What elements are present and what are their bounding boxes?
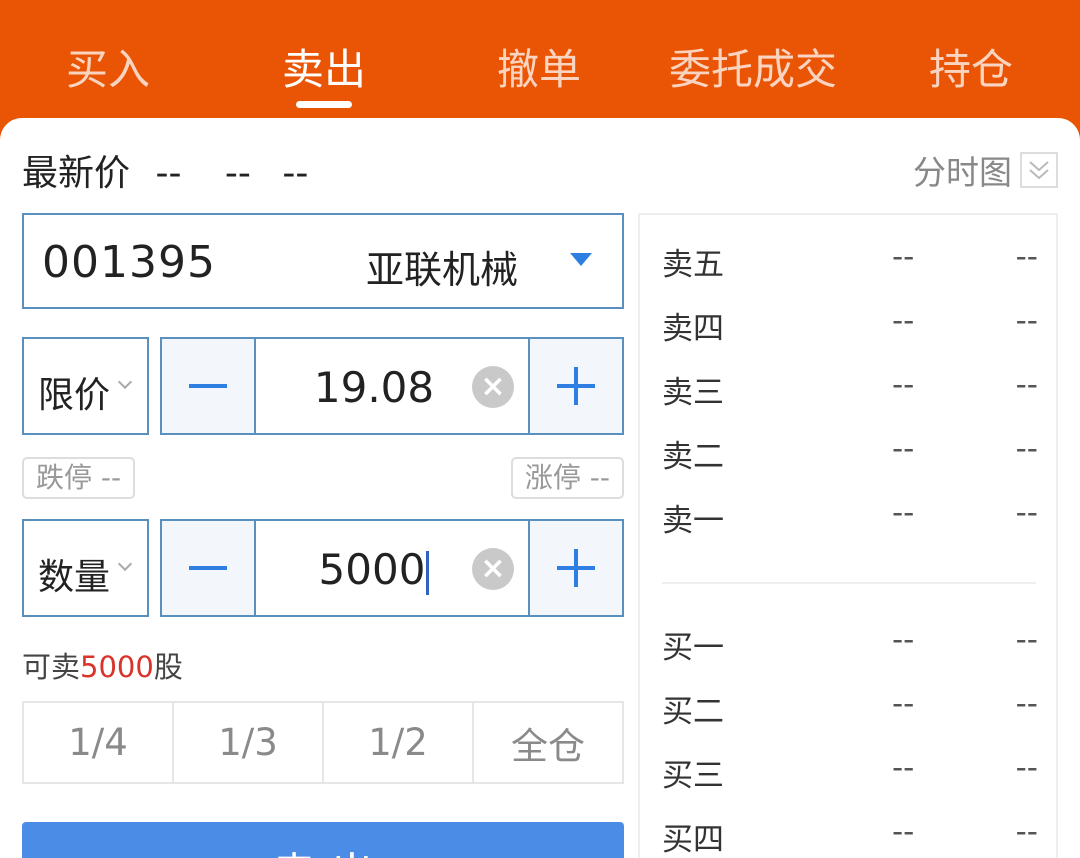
bid-price: -- (892, 622, 915, 658)
latest-price-value: -- (155, 153, 182, 194)
ask-volume: -- (1015, 431, 1038, 467)
stock-selector[interactable]: 001395 亚联机械 (22, 213, 624, 309)
bid-price: -- (892, 814, 915, 850)
top-tab-bar: 买入 卖出 撤单 委托成交 持仓 (0, 0, 1080, 118)
bid-volume: -- (1015, 750, 1038, 786)
available-amount: 5000 (80, 650, 154, 684)
quantity-decrement-button[interactable] (162, 521, 256, 615)
ask-level-label: 卖五 (662, 247, 724, 283)
tab-cancel-order[interactable]: 撤单 (497, 36, 581, 97)
ask-row: 卖一 -- -- (662, 495, 1038, 539)
limit-down-badge: 跌停 -- (22, 457, 136, 499)
intraday-chart-label: 分时图 (913, 153, 1012, 192)
ask-price: -- (892, 239, 915, 275)
ratio-quarter-button[interactable]: 1/4 (24, 703, 174, 782)
ratio-half-button[interactable]: 1/2 (324, 703, 474, 782)
ask-level-label: 卖二 (662, 439, 724, 475)
ask-price: -- (892, 431, 915, 467)
position-ratio-buttons: 1/4 1/3 1/2 全仓 (22, 701, 624, 784)
sell-button[interactable]: 卖 出 (22, 822, 624, 858)
minus-icon (189, 566, 227, 570)
ask-volume: -- (1015, 303, 1038, 339)
ask-row: 卖五 -- -- (662, 239, 1038, 283)
quantity-type-label: 数量 (38, 557, 111, 598)
ask-price: -- (892, 367, 915, 403)
latest-price-row: 最新价 -- -- -- (22, 144, 308, 196)
ask-volume: -- (1015, 495, 1038, 531)
stock-name: 亚联机械 (366, 248, 519, 292)
quantity-stepper: 5000 × (160, 519, 624, 617)
available-suffix: 股 (153, 650, 183, 684)
tab-buy[interactable]: 买入 (66, 36, 150, 97)
ask-price: -- (892, 303, 915, 339)
price-value: 19.08 (313, 363, 435, 412)
bid-volume: -- (1015, 622, 1038, 658)
ratio-third-button[interactable]: 1/3 (174, 703, 324, 782)
bid-row: 买三 -- -- (662, 750, 1038, 794)
quantity-value: 5000 (318, 545, 426, 594)
ask-row: 卖二 -- -- (662, 431, 1038, 475)
ask-volume: -- (1015, 367, 1038, 403)
price-decrement-button[interactable] (162, 339, 256, 433)
quantity-type-select[interactable]: 数量 (22, 519, 149, 617)
tab-positions[interactable]: 持仓 (929, 36, 1013, 97)
plus-icon (557, 549, 595, 587)
bid-volume: -- (1015, 686, 1038, 722)
text-cursor (426, 550, 430, 595)
ask-level-label: 卖四 (662, 311, 724, 347)
available-prefix: 可卖 (22, 650, 81, 684)
bid-level-label: 买二 (662, 694, 724, 730)
double-chevron-down-icon (1020, 152, 1058, 188)
bid-volume: -- (1015, 814, 1038, 850)
ask-row: 卖三 -- -- (662, 367, 1038, 411)
bid-level-label: 买四 (662, 822, 724, 858)
bid-price: -- (892, 750, 915, 786)
ask-price: -- (892, 495, 915, 531)
plus-icon (557, 367, 595, 405)
ratio-all-button[interactable]: 全仓 (474, 703, 622, 782)
order-book: 卖五 -- -- 卖四 -- -- 卖三 -- -- 卖二 -- -- 卖一 -… (638, 213, 1058, 858)
bid-row: 买四 -- -- (662, 814, 1038, 858)
price-type-select[interactable]: 限价 (22, 337, 149, 435)
tab-orders-trades[interactable]: 委托成交 (669, 36, 837, 97)
ask-volume: -- (1015, 239, 1038, 275)
ask-row: 卖四 -- -- (662, 303, 1038, 347)
latest-price-label: 最新价 (22, 153, 131, 194)
tab-sell[interactable]: 卖出 (282, 36, 366, 97)
clear-price-icon[interactable]: × (472, 366, 514, 408)
price-change-value: -- (224, 153, 251, 194)
bid-level-label: 买一 (662, 630, 724, 666)
bid-row: 买二 -- -- (662, 686, 1038, 730)
minus-icon (189, 384, 227, 388)
price-stepper: 19.08 × (160, 337, 624, 435)
stock-code: 001395 (42, 237, 216, 288)
available-to-sell: 可卖5000股 (22, 644, 183, 686)
ask-level-label: 卖三 (662, 375, 724, 411)
trade-panel: 最新价 -- -- -- 分时图 001395 亚联机械 限价 19.08 × (0, 118, 1080, 858)
chevron-down-icon (117, 556, 133, 572)
book-divider (662, 582, 1036, 584)
active-tab-indicator (296, 101, 352, 108)
price-type-label: 限价 (38, 375, 111, 416)
price-change-pct: -- (282, 153, 309, 194)
bid-price: -- (892, 686, 915, 722)
intraday-chart-toggle[interactable]: 分时图 (913, 146, 1058, 194)
bid-level-label: 买三 (662, 758, 724, 794)
dropdown-triangle-icon (570, 253, 592, 266)
price-increment-button[interactable] (528, 339, 622, 433)
quantity-increment-button[interactable] (528, 521, 622, 615)
ask-level-label: 卖一 (662, 503, 724, 539)
chevron-down-icon (117, 374, 133, 390)
limit-up-badge: 涨停 -- (510, 457, 624, 499)
clear-quantity-icon[interactable]: × (472, 548, 514, 590)
bid-row: 买一 -- -- (662, 622, 1038, 666)
